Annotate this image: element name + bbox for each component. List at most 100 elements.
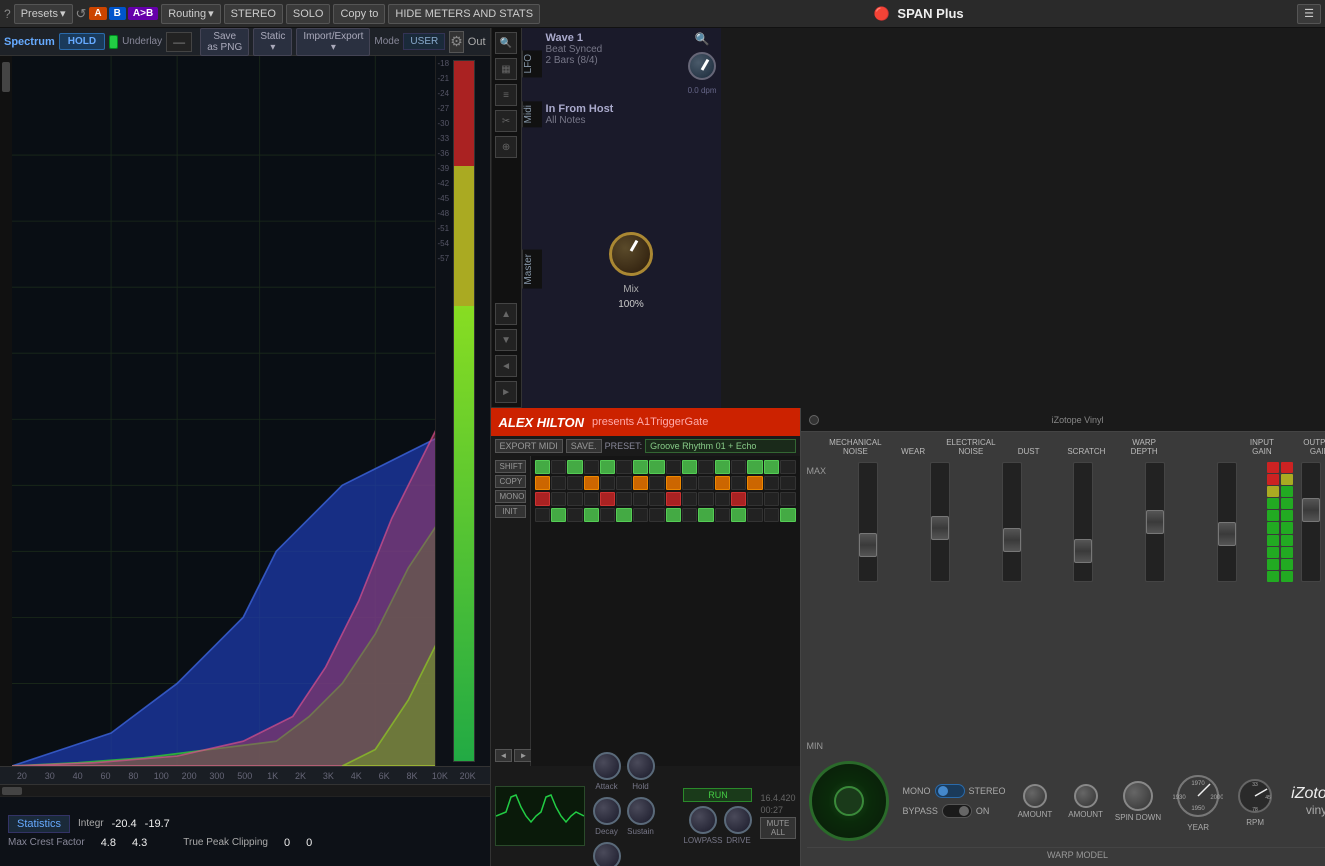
seq-cell[interactable] <box>600 476 615 490</box>
seq-cell[interactable] <box>567 508 582 522</box>
mono-button[interactable]: MONO <box>495 490 526 503</box>
seq-cell[interactable] <box>584 460 599 474</box>
save-button[interactable]: SAVE. <box>566 439 602 453</box>
spin-down-knob[interactable] <box>1123 781 1153 811</box>
input-gain-fader[interactable] <box>1301 462 1321 582</box>
amount1-knob[interactable] <box>1023 784 1047 808</box>
seq-cell[interactable] <box>764 508 779 522</box>
seq-cell[interactable] <box>682 492 697 506</box>
static-button[interactable]: Static ▾ <box>253 28 292 56</box>
dust-fader-track[interactable] <box>1073 462 1093 582</box>
seq-cell[interactable] <box>535 460 550 474</box>
seq-cell[interactable] <box>682 476 697 490</box>
seq-cell[interactable] <box>584 476 599 490</box>
led-a[interactable]: A <box>89 7 106 20</box>
seq-cell[interactable] <box>666 492 681 506</box>
hold-knob[interactable] <box>627 752 655 780</box>
seq-cell[interactable] <box>584 508 599 522</box>
seq-cell[interactable] <box>535 508 550 522</box>
drive-knob[interactable] <box>724 806 752 834</box>
seq-cell[interactable] <box>633 476 648 490</box>
seq-cell[interactable] <box>600 508 615 522</box>
wear-fader-track[interactable] <box>930 462 950 582</box>
seq-cell[interactable] <box>535 492 550 506</box>
mech-fader-track[interactable] <box>858 462 878 582</box>
gear-button[interactable]: ⚙ <box>449 31 464 53</box>
init-button[interactable]: INIT <box>495 505 526 518</box>
seq-cell[interactable] <box>616 508 631 522</box>
span-scrollbar[interactable] <box>0 784 490 796</box>
master-knob[interactable] <box>609 232 653 276</box>
amount2-knob[interactable] <box>1074 784 1098 808</box>
led-ab[interactable]: A>B <box>128 7 158 20</box>
attack-knob[interactable] <box>593 752 621 780</box>
shift-button[interactable]: SHIFT <box>495 460 526 473</box>
seq-cell[interactable] <box>666 476 681 490</box>
seq-cell[interactable] <box>616 460 631 474</box>
save-png-button[interactable]: Save as PNG <box>200 28 249 56</box>
scissors-button[interactable]: ✂ <box>495 110 517 132</box>
seq-cell[interactable] <box>567 492 582 506</box>
hide-meters-button[interactable]: HIDE METERS AND STATS <box>388 4 540 24</box>
settings-button[interactable]: ≡ <box>495 84 517 106</box>
seq-cell[interactable] <box>600 492 615 506</box>
seq-cell[interactable] <box>715 492 730 506</box>
seq-cell[interactable] <box>633 508 648 522</box>
run-button[interactable]: RUN <box>683 788 752 802</box>
seq-cell[interactable] <box>715 508 730 522</box>
seq-cell[interactable] <box>666 508 681 522</box>
refresh-icon[interactable]: ↺ <box>76 6 87 22</box>
grid-button[interactable]: ▦ <box>495 58 517 80</box>
seq-cell[interactable] <box>567 460 582 474</box>
seq-cell[interactable] <box>633 492 648 506</box>
seq-cell[interactable] <box>600 460 615 474</box>
seq-cell[interactable] <box>567 476 582 490</box>
warp-fader-track[interactable] <box>1217 462 1237 582</box>
seq-cell[interactable] <box>649 460 664 474</box>
lowpass-knob[interactable] <box>689 806 717 834</box>
seq-cell[interactable] <box>698 508 713 522</box>
seq-cell[interactable] <box>551 508 566 522</box>
seq-cell[interactable] <box>698 492 713 506</box>
seq-cell[interactable] <box>747 492 762 506</box>
up-button[interactable]: ▲ <box>495 303 517 325</box>
snap-button[interactable]: ⊕ <box>495 136 517 158</box>
seq-cell[interactable] <box>715 460 730 474</box>
seq-cell[interactable] <box>649 508 664 522</box>
seq-cell[interactable] <box>698 476 713 490</box>
statistics-button[interactable]: Statistics <box>8 815 70 833</box>
release-knob[interactable] <box>593 842 621 866</box>
stereo-button[interactable]: STEREO <box>224 4 283 24</box>
seq-cell[interactable] <box>715 476 730 490</box>
prev-button[interactable]: ◄ <box>495 749 513 762</box>
seq-cell[interactable] <box>616 476 631 490</box>
seq-cell[interactable] <box>780 508 795 522</box>
seq-cell[interactable] <box>535 476 550 490</box>
bypass-toggle[interactable] <box>942 804 972 818</box>
electrical-fader-track[interactable] <box>1002 462 1022 582</box>
left-scrollbar[interactable] <box>0 56 12 766</box>
seq-cell[interactable] <box>551 492 566 506</box>
right-arr-button[interactable]: ► <box>495 381 517 403</box>
menu-button[interactable]: ☰ <box>1297 4 1321 24</box>
seq-cell[interactable] <box>682 508 697 522</box>
seq-cell[interactable] <box>731 460 746 474</box>
routing-button[interactable]: Routing ▾ <box>161 4 220 24</box>
seq-cell[interactable] <box>764 460 779 474</box>
seq-cell[interactable] <box>551 460 566 474</box>
mute-all-button[interactable]: MUTE ALL <box>760 817 795 839</box>
copy-button[interactable]: COPY <box>495 475 526 488</box>
zoom-in-button[interactable]: 🔍 <box>495 32 517 54</box>
mono-stereo-toggle[interactable] <box>935 784 965 798</box>
seq-cell[interactable] <box>616 492 631 506</box>
seq-cell[interactable] <box>747 460 762 474</box>
export-midi-button[interactable]: EXPORT MIDI <box>495 439 563 453</box>
seq-cell[interactable] <box>698 460 713 474</box>
scroll-thumb[interactable] <box>2 787 22 795</box>
seq-cell[interactable] <box>764 492 779 506</box>
seq-cell[interactable] <box>682 460 697 474</box>
led-b[interactable]: B <box>109 7 126 20</box>
seq-cell[interactable] <box>780 492 795 506</box>
green-led[interactable] <box>109 35 118 49</box>
decay-knob[interactable] <box>593 797 621 825</box>
